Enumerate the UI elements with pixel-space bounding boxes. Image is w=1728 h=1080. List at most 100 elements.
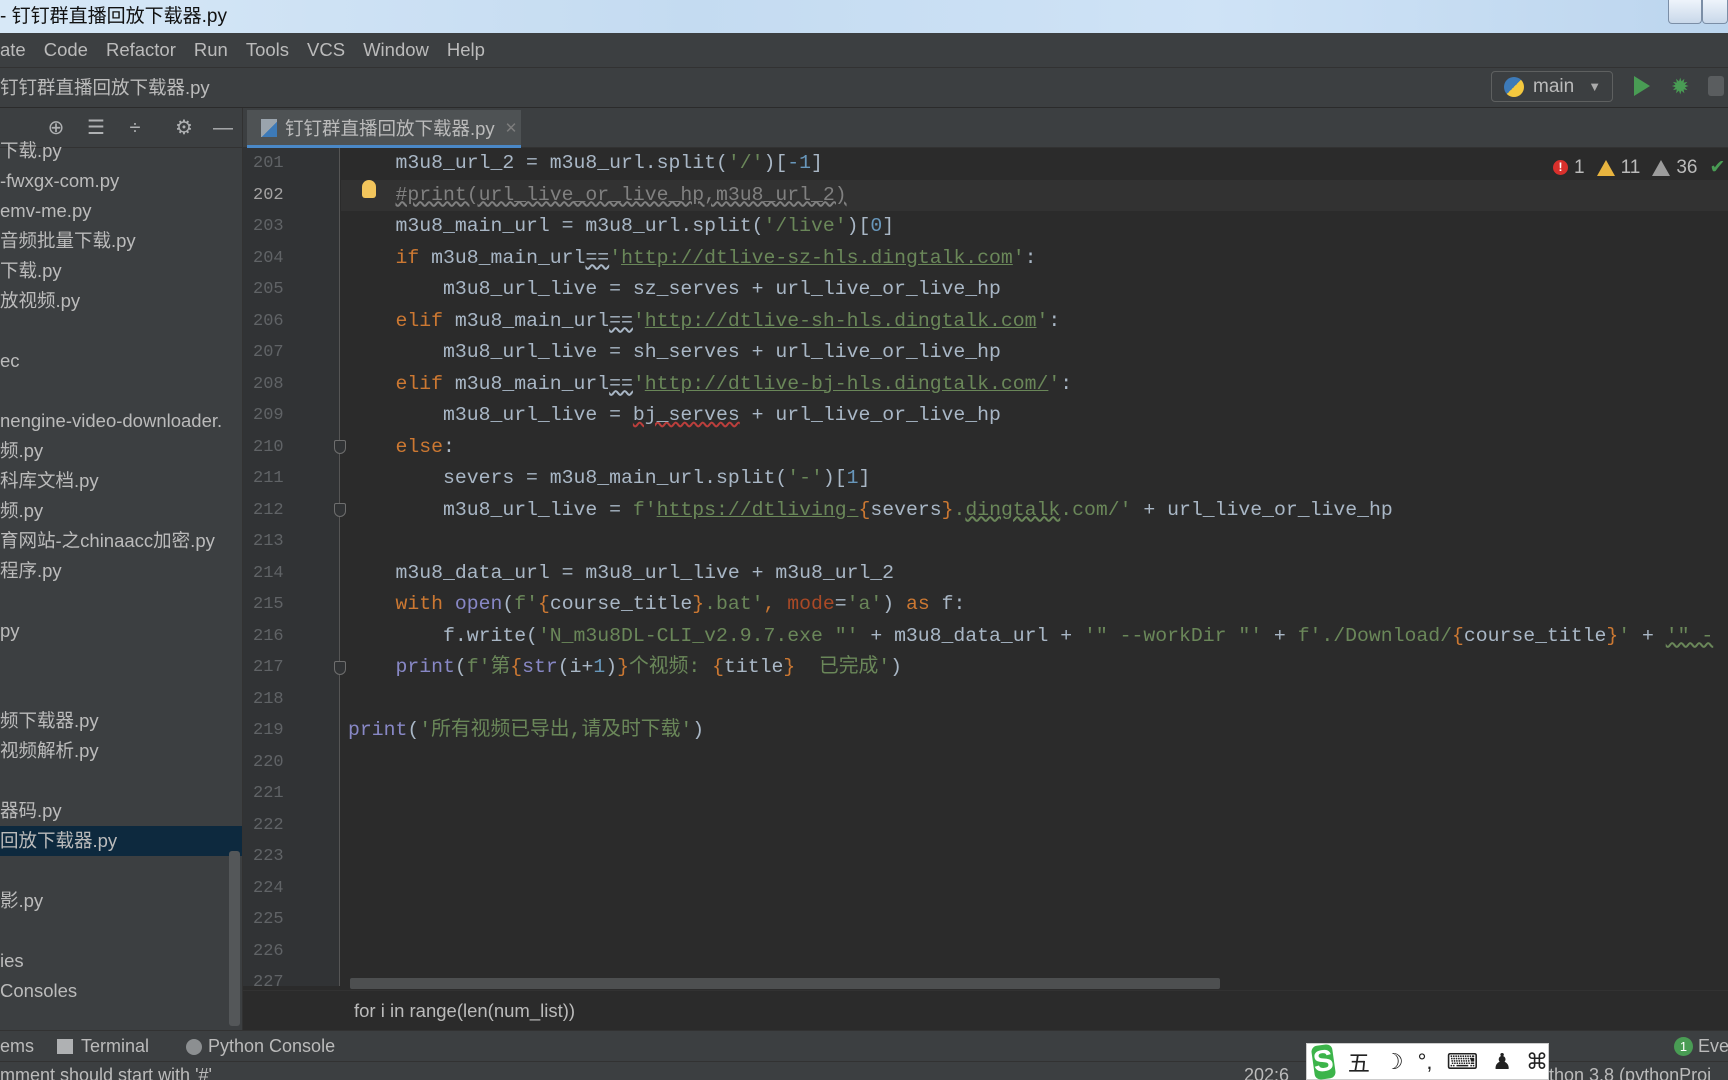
- code-token: m3u8_main_url: [442, 309, 610, 332]
- project-tree-item[interactable]: 育网站-之chinaacc加密.py: [0, 526, 242, 556]
- code-line[interactable]: with open(f'{course_title}.bat', mode='a…: [348, 589, 965, 621]
- project-tree-item[interactable]: ec: [0, 346, 242, 376]
- code-editor[interactable]: m3u8_url_2 = m3u8_url.split('/')[-1] #pr…: [341, 148, 1728, 986]
- moon-icon[interactable]: ☽: [1384, 1049, 1404, 1075]
- project-tree-item[interactable]: [0, 646, 242, 676]
- code-token: ==: [585, 246, 610, 269]
- project-tree-item[interactable]: 频.py: [0, 496, 242, 526]
- run-icon[interactable]: [1634, 76, 1650, 96]
- menu-code[interactable]: Code: [44, 39, 88, 61]
- code-token: (: [502, 593, 515, 615]
- keyboard-icon[interactable]: ⌨: [1447, 1049, 1479, 1075]
- code-line[interactable]: m3u8_url_live = f'https://dtliving-{seve…: [348, 495, 1393, 527]
- project-tree-item[interactable]: 回放下载器.py: [0, 826, 242, 856]
- code-token: :: [1060, 372, 1073, 395]
- window-controls: [1668, 0, 1728, 24]
- tool-python-console[interactable]: Python Console: [208, 1031, 335, 1062]
- project-tree-item[interactable]: 放视频.py: [0, 286, 242, 316]
- code-line[interactable]: elif m3u8_main_url=='http://dtlive-bj-hl…: [348, 369, 1072, 401]
- project-tree-item[interactable]: 频下载器.py: [0, 706, 242, 736]
- line-number: 219: [253, 721, 284, 740]
- project-tree-item[interactable]: [0, 376, 242, 406]
- punctuation-icon[interactable]: °,: [1418, 1049, 1433, 1075]
- maximize-button[interactable]: [1702, 0, 1728, 24]
- horizontal-scrollbar[interactable]: [350, 978, 1220, 989]
- project-tree-item[interactable]: 频.py: [0, 436, 242, 466]
- ime-mode-icon[interactable]: 五: [1348, 1046, 1370, 1078]
- minimize-button[interactable]: [1668, 0, 1702, 24]
- project-tree-item[interactable]: emv-me.py: [0, 196, 242, 226]
- breadcrumb-item[interactable]: for i in range(len(num_list)): [354, 1000, 575, 1021]
- menu-tools[interactable]: Tools: [246, 39, 289, 61]
- project-tree-item[interactable]: -fwxgx-com.py: [0, 166, 242, 196]
- code-line[interactable]: else:: [348, 432, 454, 464]
- debug-icon[interactable]: ✹: [1671, 74, 1689, 100]
- project-tree-item[interactable]: 器码.py: [0, 796, 242, 826]
- code-token: +: [1630, 624, 1666, 647]
- tab-current-file[interactable]: 钉钉群直播回放下载器.py ✕: [247, 110, 521, 148]
- menu-help[interactable]: Help: [447, 39, 485, 61]
- close-icon[interactable]: ✕: [505, 119, 518, 137]
- interpreter-selector[interactable]: thon 3.8 (pythonProj: [1549, 1062, 1711, 1080]
- tool-problems[interactable]: ems: [0, 1031, 34, 1062]
- terminal-icon: [57, 1039, 73, 1054]
- code-line[interactable]: severs = m3u8_main_url.split('-')[1]: [348, 463, 870, 495]
- menu-run[interactable]: Run: [194, 39, 228, 61]
- project-tree-item[interactable]: [0, 586, 242, 616]
- error-count: 1: [1574, 156, 1585, 178]
- menu-window[interactable]: Window: [363, 39, 429, 61]
- project-tree-item[interactable]: [0, 766, 242, 796]
- apps-icon[interactable]: ⌘: [1526, 1049, 1548, 1075]
- project-tree-item[interactable]: Consoles: [0, 976, 242, 1006]
- code-line[interactable]: print(f'第{str(i+1)}个视频: {title} 已完成'): [348, 652, 902, 684]
- project-tree-item[interactable]: 音频批量下载.py: [0, 226, 242, 256]
- nav-file[interactable]: 钉钉群直播回放下载器.py: [0, 77, 210, 98]
- code-line[interactable]: elif m3u8_main_url=='http://dtlive-sh-hl…: [348, 306, 1060, 338]
- menu-vcs[interactable]: VCS: [307, 39, 345, 61]
- menu-navigate[interactable]: ate: [0, 39, 26, 61]
- fold-marker-icon[interactable]: [334, 661, 346, 675]
- code-token: + m3u8_data_url +: [858, 624, 1084, 647]
- fold-marker-icon[interactable]: [334, 503, 346, 517]
- code-line[interactable]: m3u8_url_live = bj_serves + url_live_or_…: [348, 400, 1001, 432]
- project-tree-item[interactable]: 视频解析.py: [0, 736, 242, 766]
- caret-position[interactable]: 202:6: [1244, 1062, 1289, 1080]
- problems-indicator[interactable]: ! 1 11 36 ✔: [1553, 156, 1725, 179]
- project-tree-item[interactable]: py: [0, 616, 242, 646]
- code-line[interactable]: m3u8_main_url = m3u8_url.split('/live')[…: [348, 211, 894, 243]
- run-config-selector[interactable]: main ▼: [1491, 71, 1613, 102]
- code-line[interactable]: m3u8_data_url = m3u8_url_live + m3u8_url…: [348, 558, 894, 590]
- menu-refactor[interactable]: Refactor: [106, 39, 176, 61]
- project-tree-item[interactable]: [0, 316, 242, 346]
- line-number: 208: [253, 374, 284, 394]
- project-tree-item[interactable]: nengine-video-downloader.: [0, 406, 242, 436]
- project-tree-item[interactable]: 科库文档.py: [0, 466, 242, 496]
- code-line[interactable]: if m3u8_main_url=='http://dtlive-sz-hls.…: [348, 243, 1036, 275]
- code-line[interactable]: #print(url_live_or_live_hp,m3u8_url_2): [348, 180, 846, 212]
- tool-terminal[interactable]: Terminal: [81, 1031, 149, 1062]
- project-tree-item[interactable]: 下载.py: [0, 256, 242, 286]
- code-token: 个视频:: [629, 656, 713, 678]
- code-line[interactable]: f.write('N_m3u8DL-CLI_v2.9.7.exe "' + m3…: [348, 621, 1713, 653]
- fold-marker-icon[interactable]: [334, 440, 346, 454]
- coverage-icon[interactable]: [1708, 76, 1724, 96]
- project-tree-item[interactable]: 下载.py: [0, 136, 242, 166]
- code-line[interactable]: m3u8_url_live = sz_serves + url_live_or_…: [348, 274, 1001, 306]
- code-token: ': [1618, 624, 1631, 647]
- user-icon[interactable]: ♟: [1492, 1049, 1512, 1075]
- project-tree-item[interactable]: 程序.py: [0, 556, 242, 586]
- project-tree-item[interactable]: [0, 676, 242, 706]
- line-number: 211: [253, 469, 284, 488]
- project-tree-item[interactable]: [0, 856, 242, 886]
- code-line[interactable]: m3u8_url_live = sh_serves + url_live_or_…: [348, 337, 1001, 369]
- project-tree-item[interactable]: 影.py: [0, 886, 242, 916]
- tool-event-log[interactable]: Even: [1698, 1031, 1728, 1062]
- code-line[interactable]: print('所有视频已导出,请及时下载'): [348, 715, 704, 747]
- project-tree-item[interactable]: [0, 916, 242, 946]
- project-scrollbar[interactable]: [229, 851, 240, 1026]
- code-line[interactable]: m3u8_url_2 = m3u8_url.split('/')[-1]: [348, 148, 822, 180]
- project-tree-item[interactable]: ies: [0, 946, 242, 976]
- lightbulb-icon[interactable]: [362, 180, 376, 198]
- line-number: 220: [253, 752, 284, 772]
